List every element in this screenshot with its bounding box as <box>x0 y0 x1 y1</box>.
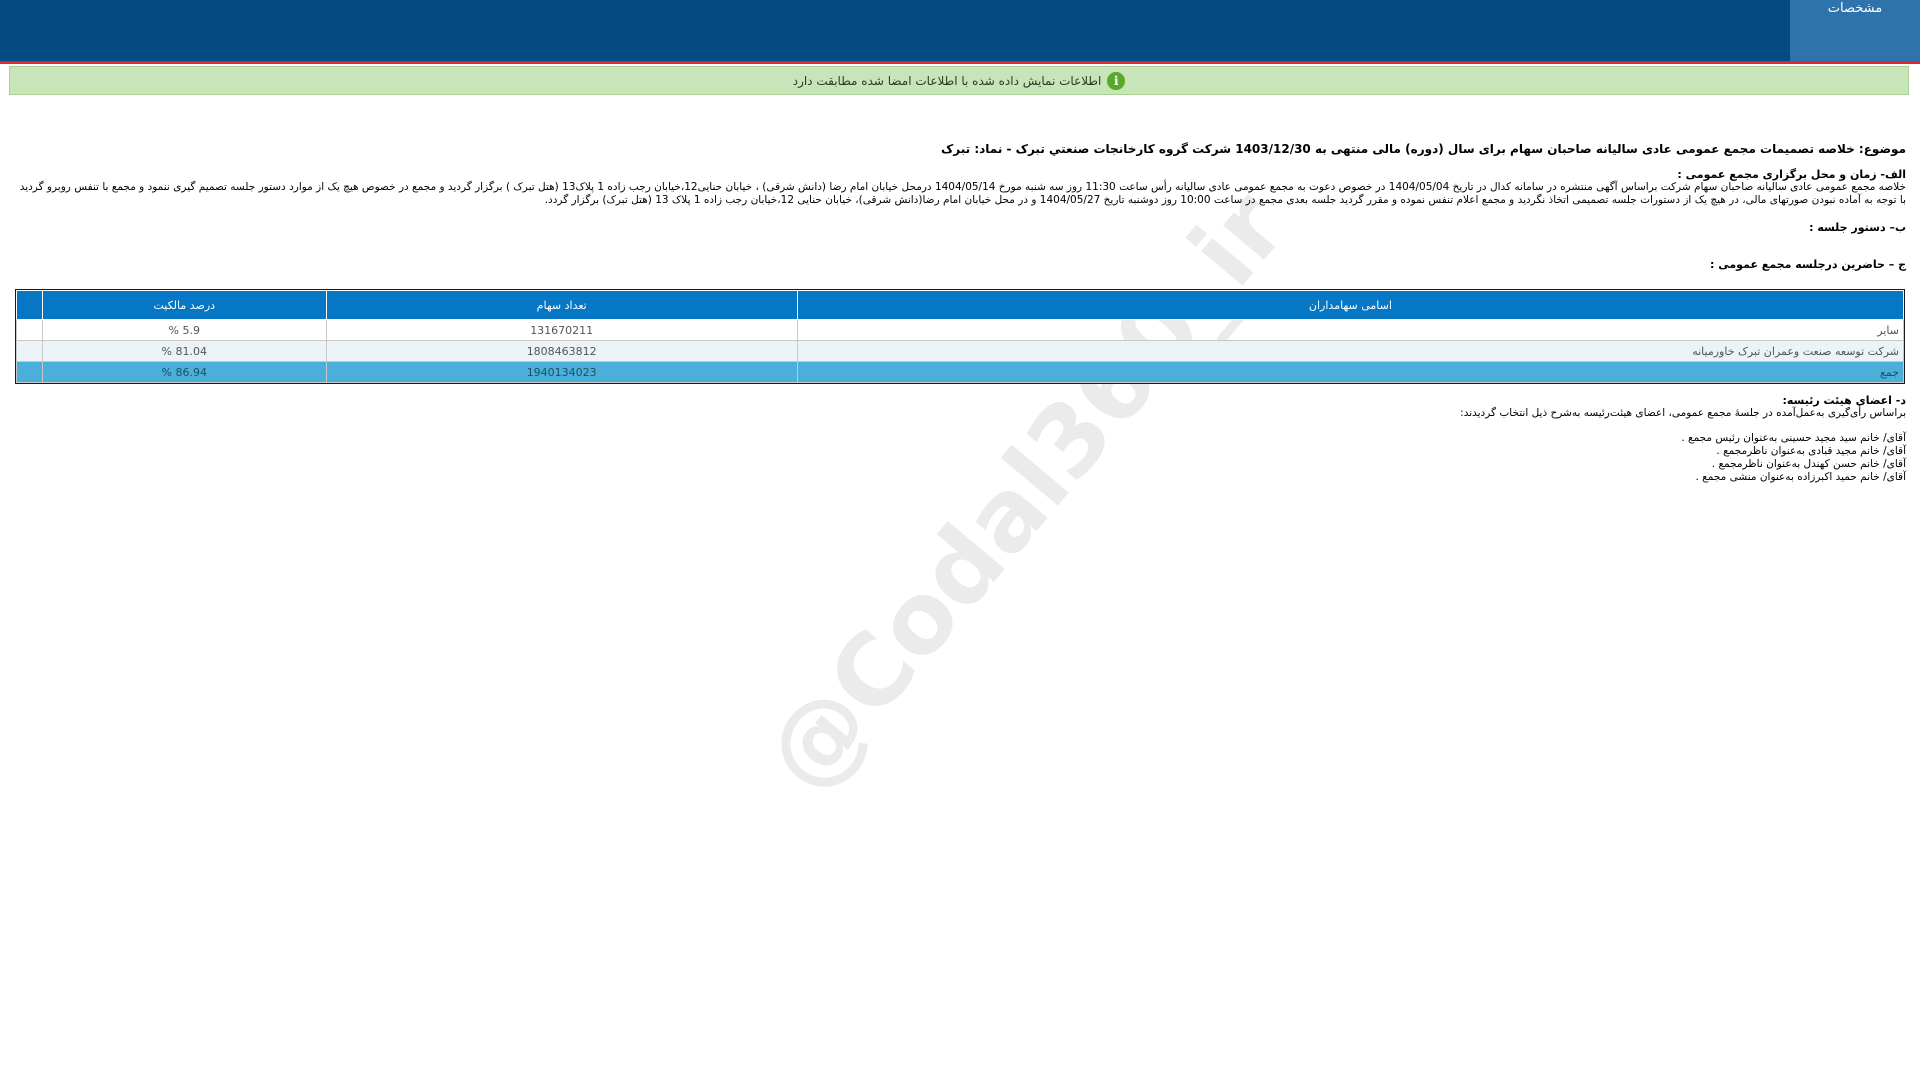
row-spacer <box>16 340 43 362</box>
section-a-paragraph-1: خلاصه مجمع عمومی عادی سالیانه صاحبان سها… <box>19 181 1906 193</box>
total-percent: 86.94 % <box>41 361 327 383</box>
section-a-paragraph-2: با توجه به آماده نبودن صورتهای مالی، در … <box>544 194 1906 206</box>
ownership-percent: 5.9 % <box>41 319 327 341</box>
report-content: موضوع: خلاصه تصمیمات مجمع عمومی عادی سال… <box>16 142 1906 272</box>
shareholder-name: شرکت توسعه صنعت وعمران تبرک خاورمیانه <box>796 340 1905 362</box>
shares-count: 131670211 <box>325 319 798 341</box>
board-member: آقای/ خانم سید مجید حسینی به‌عنوان رئیس … <box>1681 432 1906 444</box>
top-header-bar: مشخصات <box>0 0 1920 64</box>
row-spacer <box>16 319 43 341</box>
column-header-ownership: درصد مالکیت <box>41 290 327 320</box>
column-header-spacer <box>16 290 43 320</box>
column-header-shares: تعداد سهام <box>325 290 798 320</box>
tab-details[interactable]: مشخصات <box>1790 0 1920 61</box>
board-member: آقای/ خانم مجید قبادی به‌عنوان ناظرمجمع … <box>1716 445 1906 457</box>
shares-count: 1808463812 <box>325 340 798 362</box>
board-member: آقای/ خانم حسن کهندل به‌عنوان ناظرمجمع . <box>1711 458 1906 470</box>
section-a-heading: الف- زمان و محل برگزاری مجمع عمومی : <box>1677 168 1906 181</box>
report-subject: موضوع: خلاصه تصمیمات مجمع عمومی عادی سال… <box>940 142 1906 156</box>
total-shares: 1940134023 <box>325 361 798 383</box>
section-b-heading: ب– دستور جلسه : <box>1809 221 1906 234</box>
row-spacer <box>16 361 43 383</box>
section-d-heading: د- اعضای هیئت رئیسه: <box>1782 394 1906 407</box>
shareholder-name: سایر <box>796 319 1905 341</box>
attendees-table: اسامی سهامداران تعداد سهام درصد مالکیت س… <box>16 290 1905 383</box>
board-member: آقای/ خانم حمید اکبرزاده به‌عنوان منشی م… <box>1695 471 1907 483</box>
section-c-heading: ج – حاضرین درجلسه مجمع عمومی : <box>1710 258 1906 271</box>
notice-text: اطلاعات نمایش داده شده با اطلاعات امضا ش… <box>792 73 1102 88</box>
table-row: شرکت توسعه صنعت وعمران تبرک خاورمیانه 18… <box>16 340 1905 362</box>
info-icon: i <box>1107 71 1126 90</box>
ownership-percent: 81.04 % <box>41 340 327 362</box>
table-row: سایر 131670211 5.9 % <box>16 319 1905 341</box>
table-header-row: اسامی سهامداران تعداد سهام درصد مالکیت <box>16 290 1905 320</box>
total-label: جمع <box>796 361 1905 383</box>
board-intro: براساس رأی‌گیری به‌عمل‌آمده در جلسهٔ مجم… <box>1460 407 1906 419</box>
signature-match-notice: i اطلاعات نمایش داده شده با اطلاعات امضا… <box>9 66 1909 95</box>
attendees-table-wrapper: اسامی سهامداران تعداد سهام درصد مالکیت س… <box>15 289 1905 384</box>
table-total-row: جمع 1940134023 86.94 % <box>16 361 1905 383</box>
column-header-shareholders: اسامی سهامداران <box>796 290 1905 320</box>
board-section: د- اعضای هیئت رئیسه: براساس رأی‌گیری به‌… <box>1460 394 1906 484</box>
